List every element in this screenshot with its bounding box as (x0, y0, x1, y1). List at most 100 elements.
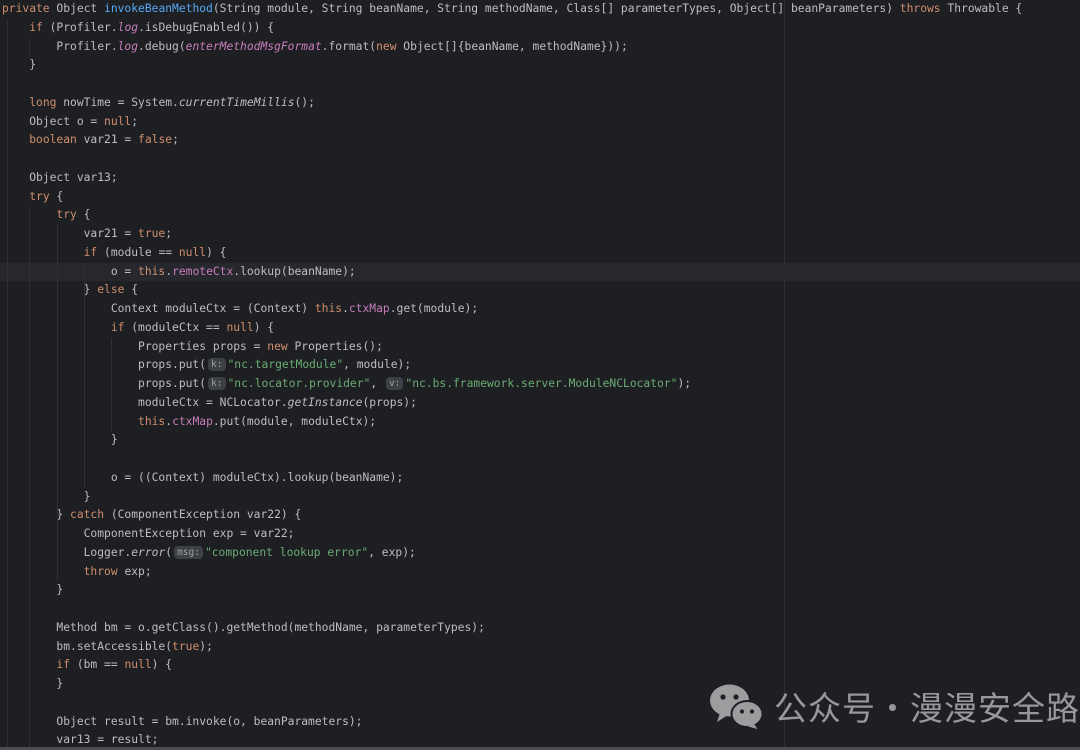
code-line[interactable]: ComponentException exp = var22; (0, 525, 1080, 544)
code-token[interactable]: Method bm = o.getClass().getMethod(metho… (2, 621, 485, 634)
code-token[interactable]: null (179, 246, 206, 259)
code-line[interactable]: moduleCtx = NCLocator.getInstance(props)… (0, 394, 1080, 413)
inlay-hint[interactable]: k: (208, 358, 225, 371)
code-token[interactable]: , module); (343, 358, 411, 371)
code-token[interactable]: remoteCtx (172, 265, 233, 278)
code-token[interactable]: Logger. (2, 546, 131, 559)
code-token[interactable]: "nc.locator.provider" (228, 377, 371, 390)
code-token[interactable]: , exp); (368, 546, 416, 559)
code-token[interactable]: ctxMap (172, 415, 213, 428)
code-token[interactable]: null (226, 321, 253, 334)
code-token[interactable]: throw (84, 565, 118, 578)
code-line[interactable]: props.put(k:"nc.targetModule", module); (0, 356, 1080, 375)
code-token[interactable]: (ComponentException var22) { (104, 508, 301, 521)
code-line[interactable]: if (Profiler.log.isDebugEnabled()) { (0, 19, 1080, 38)
code-token[interactable]: catch (70, 508, 104, 521)
code-token[interactable]: .isDebugEnabled()) { (138, 21, 274, 34)
code-line[interactable]: } (0, 431, 1080, 450)
code-token[interactable]: null (104, 115, 131, 128)
code-line[interactable]: this.ctxMap.put(module, moduleCtx); (0, 413, 1080, 432)
code-line[interactable]: o = ((Context) moduleCtx).lookup(beanNam… (0, 469, 1080, 488)
code-token[interactable]: Profiler. (2, 40, 118, 53)
code-token[interactable]: } (2, 508, 70, 521)
code-token[interactable]: log (118, 40, 138, 53)
code-token[interactable]: .debug( (138, 40, 186, 53)
code-token[interactable]: else (97, 283, 124, 296)
code-token[interactable]: exp; (118, 565, 152, 578)
code-line[interactable]: long nowTime = System.currentTimeMillis(… (0, 94, 1080, 113)
code-token[interactable]: try (29, 190, 49, 203)
code-token[interactable]: } (2, 583, 63, 596)
code-token[interactable]: (moduleCtx == (124, 321, 226, 334)
code-token[interactable]: true (138, 227, 165, 240)
code-token[interactable]: "nc.targetModule" (228, 358, 344, 371)
code-token[interactable]: ); (677, 377, 691, 390)
code-token[interactable]: (props); (362, 396, 416, 409)
code-token[interactable] (2, 246, 84, 259)
code-token[interactable]: new (376, 40, 396, 53)
code-token[interactable]: .get(module); (390, 302, 478, 315)
code-token[interactable]: if (84, 246, 98, 259)
code-line[interactable]: } (0, 488, 1080, 507)
code-token[interactable]: ; (172, 133, 179, 146)
code-token[interactable]: (Profiler. (43, 21, 118, 34)
code-token[interactable]: getInstance (288, 396, 363, 409)
code-token[interactable]: .lookup(beanName); (233, 265, 355, 278)
code-line[interactable]: Logger.error(msg:"component lookup error… (0, 544, 1080, 563)
code-token[interactable]: long (29, 96, 56, 109)
code-token[interactable]: ); (199, 640, 213, 653)
code-line[interactable]: if (bm == null) { (0, 656, 1080, 675)
code-token[interactable]: invokeBeanMethod (104, 2, 213, 15)
code-line[interactable] (0, 450, 1080, 469)
code-token[interactable]: new (267, 340, 287, 353)
code-token[interactable]: o = ((Context) moduleCtx).lookup(beanNam… (2, 471, 403, 484)
code-token[interactable]: props.put( (2, 358, 206, 371)
code-token[interactable]: (); (295, 96, 315, 109)
code-token[interactable]: if (56, 658, 70, 671)
code-token[interactable]: if (111, 321, 125, 334)
code-line[interactable]: throw exp; (0, 563, 1080, 582)
code-token[interactable]: ; (131, 115, 138, 128)
code-token[interactable]: Object var13; (2, 171, 118, 184)
code-token[interactable]: var21 = (77, 133, 138, 146)
code-token[interactable]: (module == (97, 246, 179, 259)
code-token[interactable]: boolean (29, 133, 77, 146)
code-line[interactable]: try { (0, 206, 1080, 225)
code-line[interactable]: boolean var21 = false; (0, 131, 1080, 150)
code-token[interactable] (2, 565, 84, 578)
code-token[interactable]: "component lookup error" (205, 546, 368, 559)
code-line[interactable]: Properties props = new Properties(); (0, 338, 1080, 357)
code-token[interactable]: Context moduleCtx = (Context) (2, 302, 315, 315)
code-token[interactable]: false (138, 133, 172, 146)
code-token[interactable]: if (29, 21, 43, 34)
code-line[interactable]: var21 = true; (0, 225, 1080, 244)
inlay-hint[interactable]: k: (208, 377, 225, 390)
inlay-hint[interactable]: msg: (174, 546, 203, 559)
code-token[interactable]: ) { (254, 321, 274, 334)
code-token[interactable]: error (131, 546, 165, 559)
code-token[interactable]: this (138, 415, 165, 428)
code-token[interactable]: true (172, 640, 199, 653)
code-line[interactable]: Context moduleCtx = (Context) this.ctxMa… (0, 300, 1080, 319)
code-token[interactable]: null (124, 658, 151, 671)
code-token[interactable]: ) { (206, 246, 226, 259)
code-line[interactable] (0, 75, 1080, 94)
code-token[interactable] (2, 415, 138, 428)
code-token[interactable]: Object (56, 2, 104, 15)
code-line[interactable]: props.put(k:"nc.locator.provider", v:"nc… (0, 375, 1080, 394)
code-token[interactable]: { (124, 283, 138, 296)
code-token[interactable]: log (118, 21, 138, 34)
code-token[interactable]: { (77, 208, 91, 221)
code-token[interactable]: Object result = bm.invoke(o, beanParamet… (2, 715, 362, 728)
code-line[interactable]: private Object invokeBeanMethod(String m… (0, 0, 1080, 19)
code-lines[interactable]: private Object invokeBeanMethod(String m… (0, 0, 1080, 750)
code-line[interactable]: } (0, 581, 1080, 600)
code-line[interactable]: if (moduleCtx == null) { (0, 319, 1080, 338)
code-token[interactable]: } (2, 490, 90, 503)
code-token[interactable]: private (2, 2, 56, 15)
code-token[interactable]: . (342, 302, 349, 315)
code-token[interactable]: try (56, 208, 76, 221)
code-token[interactable]: (bm == (70, 658, 124, 671)
code-token[interactable]: this (315, 302, 342, 315)
code-token[interactable]: var21 = (2, 227, 138, 240)
